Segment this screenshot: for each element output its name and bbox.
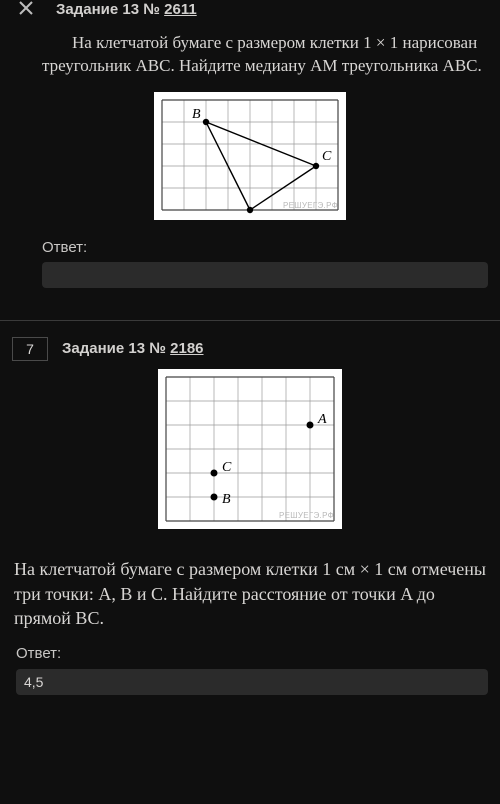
task-label: Задание 13 № [62, 340, 166, 357]
svg-text:A: A [317, 412, 327, 427]
task-title: Задание 13 № 2611 [56, 0, 197, 20]
task-prompt: На клетчатой бумаге с размером клет­ки 1… [12, 28, 488, 78]
task-label: Задание 13 № [56, 1, 160, 18]
svg-text:B: B [192, 107, 201, 122]
watermark: РЕШУЕГЭ.РФ [279, 511, 334, 522]
answer-label: Ответ: [42, 238, 488, 258]
triangle-figure: ABC РЕШУЕГЭ.РФ [154, 92, 346, 220]
task-title: Задание 13 № 2186 [62, 339, 204, 359]
figure-container: ABC РЕШУЕГЭ.РФ [12, 92, 488, 220]
task-id-link[interactable]: 2186 [170, 340, 203, 357]
divider [0, 320, 500, 321]
points-figure: A B C РЕШУЕГЭ.РФ [158, 369, 342, 529]
figure-container: A B C РЕШУЕГЭ.РФ [12, 369, 488, 529]
task-block: 7 Задание 13 № 2186 A B C РЕШУЕГЭ.РФ На кл… [0, 335, 500, 712]
task-header: 7 Задание 13 № 2186 [12, 335, 488, 361]
answer-input[interactable] [42, 262, 488, 288]
answer-label: Ответ: [16, 644, 488, 664]
svg-text:C: C [222, 460, 232, 475]
svg-text:B: B [222, 492, 231, 507]
task-id-link[interactable]: 2611 [164, 1, 197, 18]
watermark: РЕШУЕГЭ.РФ [283, 201, 338, 212]
task-number-badge: 7 [12, 337, 48, 361]
svg-text:C: C [322, 149, 332, 164]
task-header: Задание 13 № 2611 [12, 0, 488, 20]
answer-input[interactable] [16, 669, 488, 695]
task-block: Задание 13 № 2611 На клетчатой бумаге с … [0, 0, 500, 306]
task-prompt: На клетчатой бумаге с размером клетки 1 … [12, 547, 488, 630]
close-icon[interactable] [6, 0, 46, 18]
